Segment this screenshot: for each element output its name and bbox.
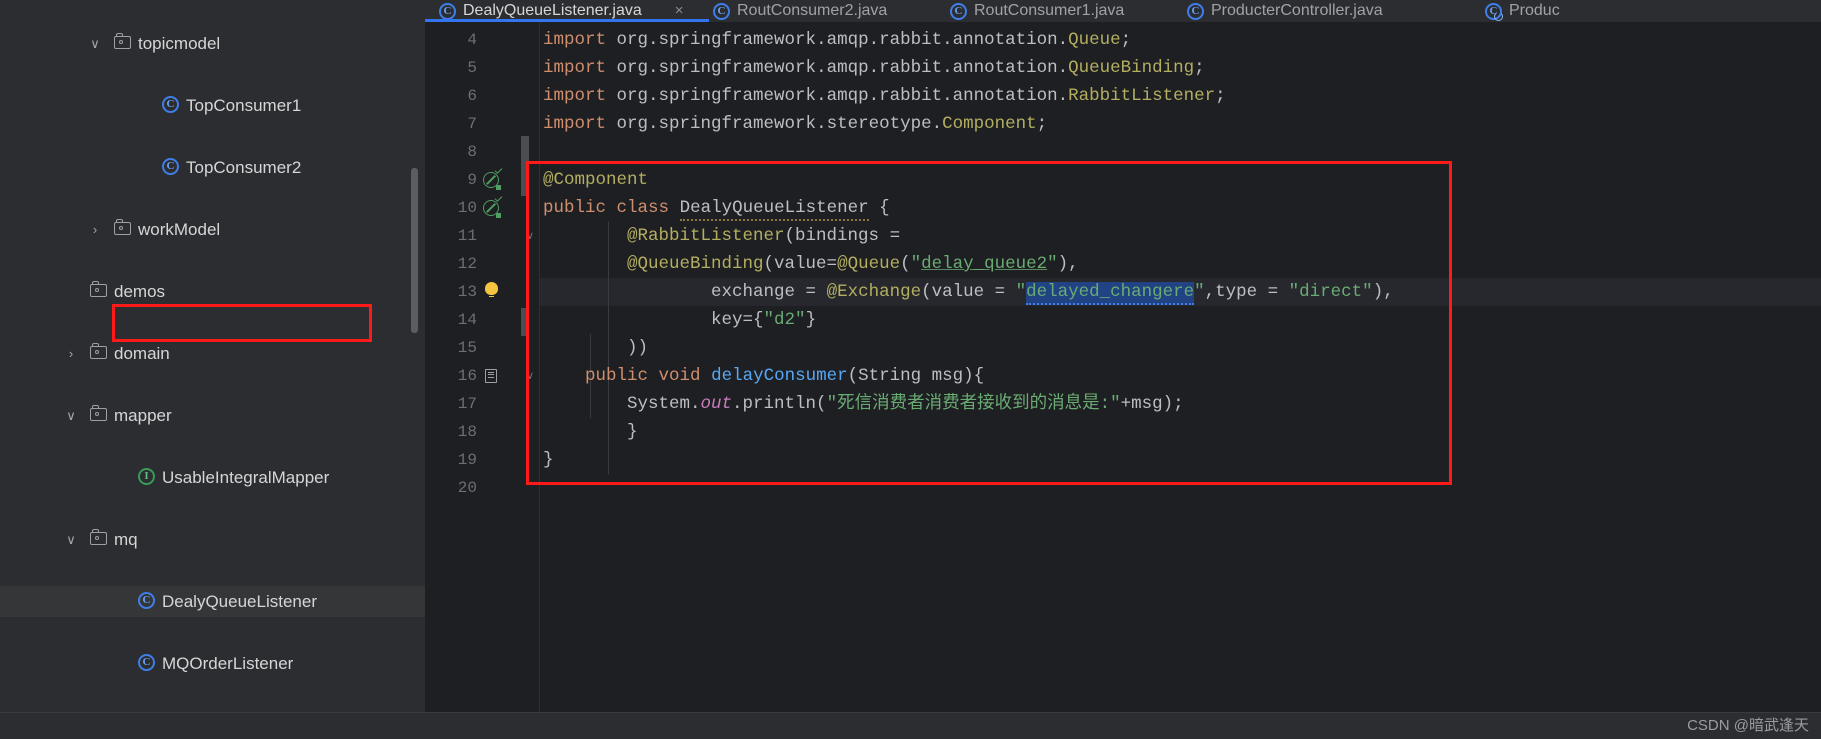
code-line[interactable]: import org.springframework.amqp.rabbit.a… [543, 54, 1205, 82]
line-number: 15 [457, 339, 477, 357]
project-tool-window[interactable]: ∨ topicmodel C TopConsumer1 C TopConsumer2 › wo… [0, 0, 425, 739]
tree-item-label: DealyQueueListener [162, 592, 317, 611]
package-folder-icon [88, 276, 110, 307]
run-method-icon[interactable] [483, 362, 503, 390]
tree-item-label: topicmodel [138, 34, 221, 53]
tree-item-label: mq [114, 530, 138, 549]
chevron-right-icon[interactable]: › [64, 338, 78, 369]
tree-item-usableintegralmapper[interactable]: I UsableIntegralMapper [0, 462, 425, 493]
code-line[interactable]: public class DealyQueueListener { [543, 194, 890, 222]
line-number: 18 [457, 423, 477, 441]
chevron-down-icon[interactable]: ∨ [64, 524, 78, 555]
code-line[interactable]: public void delayConsumer(String msg){ [543, 362, 984, 390]
code-line[interactable]: )) [543, 334, 648, 362]
tree-item-topicmodel[interactable]: ∨ topicmodel [0, 28, 425, 59]
line-number: 8 [467, 143, 477, 161]
line-number: 7 [467, 115, 477, 133]
line-number: 12 [457, 255, 477, 273]
line-number: 6 [467, 87, 477, 105]
line-number: 9 [467, 171, 477, 189]
spring-bean-icon[interactable] [483, 166, 503, 194]
chevron-right-icon[interactable]: › [88, 214, 102, 245]
line-number: 20 [457, 479, 477, 497]
code-line[interactable]: key={"d2"} [543, 306, 816, 334]
java-class-icon: C [136, 586, 158, 617]
line-number: 5 [467, 59, 477, 77]
ide-window: ∨ topicmodel C TopConsumer1 C TopConsumer2 › wo… [0, 0, 1821, 739]
code-line[interactable]: exchange = @Exchange(value = "delayed_ch… [543, 278, 1394, 306]
status-bar: CSDN @暗武逢天 [0, 712, 1821, 739]
tree-item-workmodel[interactable]: › workModel [0, 214, 425, 245]
code-line[interactable]: System.out.println("死信消费者消费者接收到的消息是:"+ms… [543, 390, 1184, 418]
code-line[interactable]: import org.springframework.amqp.rabbit.a… [543, 26, 1131, 54]
tree-item-label: MQOrderListener [162, 654, 294, 673]
code-line[interactable]: import org.springframework.stereotype.Co… [543, 110, 1047, 138]
java-class-icon: C [160, 152, 182, 183]
java-class-icon: C [136, 648, 158, 679]
code-line[interactable]: } [543, 418, 638, 446]
tree-item-mq[interactable]: ∨ mq [0, 524, 425, 555]
line-number: 14 [457, 311, 477, 329]
chevron-down-icon[interactable]: ∨ [64, 400, 78, 431]
line-number: 13 [457, 283, 477, 301]
spring-boot-app-icon: C [1485, 3, 1503, 21]
editor-marker-stripe[interactable] [521, 22, 529, 739]
java-class-icon: C [439, 3, 456, 20]
line-number: 4 [467, 31, 477, 49]
spring-bean-icon[interactable] [483, 194, 503, 222]
tree-item-label: UsableIntegralMapper [162, 468, 330, 487]
code-text-area[interactable]: import org.springframework.amqp.rabbit.a… [540, 22, 1821, 739]
package-folder-icon [88, 338, 110, 369]
change-marker[interactable] [521, 308, 529, 336]
code-line[interactable]: } [543, 446, 554, 474]
tree-item-topconsumer1[interactable]: C TopConsumer1 [0, 90, 425, 121]
tree-item-topconsumer2[interactable]: C TopConsumer2 [0, 152, 425, 183]
java-interface-icon: I [136, 462, 158, 493]
java-class-icon: C [950, 3, 967, 20]
package-folder-icon [112, 28, 134, 59]
watermark-label: CSDN @暗武逢天 [1687, 717, 1809, 734]
tree-item-label: TopConsumer2 [186, 158, 302, 177]
editor-pane: C DealyQueueListener.java × C RoutConsumer2.… [425, 0, 1821, 739]
tree-item-label: workModel [138, 220, 221, 239]
sidebar-scrollbar[interactable] [411, 168, 418, 333]
code-line[interactable]: @QueueBinding(value=@Queue("delay_queue2… [543, 250, 1079, 278]
change-marker[interactable] [521, 136, 529, 196]
intention-bulb-icon[interactable] [483, 278, 503, 306]
tree-item-mqorderlistener[interactable]: C MQOrderListener [0, 648, 425, 679]
java-class-icon: C [713, 3, 730, 20]
tree-item-label: domain [114, 344, 170, 363]
line-number: 10 [457, 199, 477, 217]
line-number: 16 [457, 367, 477, 385]
tree-item-label: demos [114, 282, 166, 301]
code-line[interactable]: @RabbitListener(bindings = [543, 222, 900, 250]
code-line[interactable]: import org.springframework.amqp.rabbit.a… [543, 82, 1226, 110]
java-class-icon: C [160, 90, 182, 121]
package-folder-icon [88, 524, 110, 555]
project-file-tree[interactable]: ∨ topicmodel C TopConsumer1 C TopConsumer2 › wo… [0, 28, 425, 735]
code-line[interactable]: @Component [543, 166, 648, 194]
tree-item-demos[interactable]: demos [0, 276, 425, 307]
editor-tab-label: Produc [1509, 2, 1560, 19]
editor-tab-label: ProducterController.java [1211, 2, 1383, 19]
line-number: 11 [457, 227, 477, 245]
editor-tab-label: RoutConsumer1.java [974, 2, 1125, 19]
tree-item-label: mapper [114, 406, 172, 425]
package-folder-icon [112, 214, 134, 245]
line-number: 19 [457, 451, 477, 469]
editor-tab-label: RoutConsumer2.java [737, 2, 888, 19]
tree-item-label: TopConsumer1 [186, 96, 302, 115]
java-class-icon: C [1187, 3, 1204, 20]
line-number: 17 [457, 395, 477, 413]
tree-item-dealyqueuelistener[interactable]: C DealyQueueListener [0, 586, 425, 617]
tree-item-domain[interactable]: › domain [0, 338, 425, 369]
tree-item-mapper[interactable]: ∨ mapper [0, 400, 425, 431]
chevron-down-icon[interactable]: ∨ [88, 28, 102, 59]
package-folder-icon [88, 400, 110, 431]
